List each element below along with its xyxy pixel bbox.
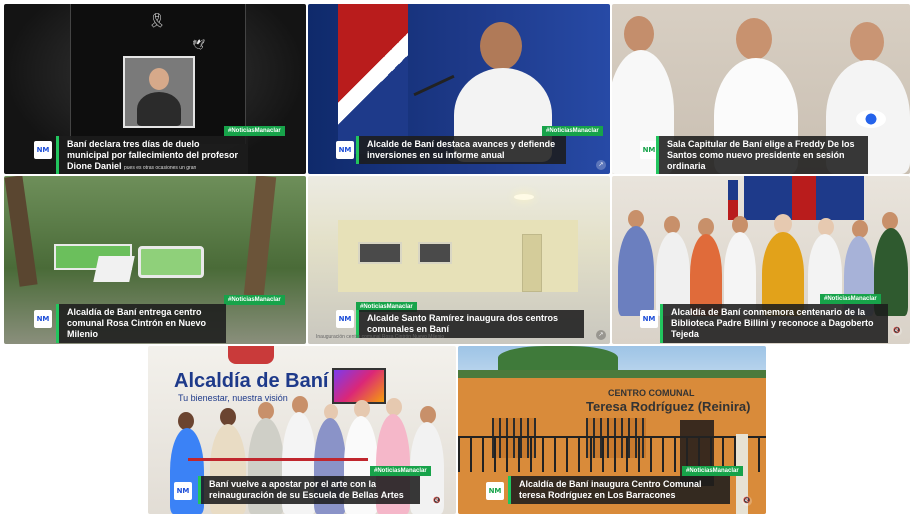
window [358,242,402,264]
news-card-1[interactable]: 🎗 🕊 #NoticiasManaclar NM Baní declara tr… [4,4,306,174]
flowers [856,110,886,128]
channel-logo-icon: NM [34,310,52,328]
news-card-5-subtitle: Inauguración centro comunal Rosa Cintrón… [316,334,445,340]
channel-logo-icon: NM [336,310,354,328]
channel-logo-icon: NM [486,482,504,500]
portrait-photo [123,56,195,128]
news-tag: #NoticiasManaclar [542,126,603,136]
mute-icon[interactable]: 🔇 [892,326,902,336]
news-card-3[interactable]: NM Sala Capitular de Baní elige a Freddy… [612,4,910,174]
window [418,242,452,264]
municipal-seal-icon [228,346,274,364]
channel-logo-icon: NM [174,482,192,500]
ribbon [188,458,368,461]
news-tag: #NoticiasManaclar [682,466,743,476]
news-card-8[interactable]: CENTRO COMUNAL Teresa Rodríguez (Reinira… [458,346,766,514]
flag [338,4,408,154]
doorway [522,234,542,292]
news-card-1-subtitle: pues es otras ocasiones un gran [124,165,197,171]
building-sign-name: Teresa Rodríguez (Reinira) [586,399,751,414]
news-tag: #NoticiasManaclar [224,295,285,305]
mute-icon[interactable]: 🔇 [742,496,752,506]
mourning-ribbon-icon: 🎗 [148,13,166,29]
news-card-7-title[interactable]: Baní vuelve a apostar por el arte con la… [198,476,420,504]
news-card-4[interactable]: #NoticiasManaclar NM Alcaldía de Baní en… [4,176,306,344]
news-card-2[interactable]: #NoticiasManaclar NM Alcalde de Baní des… [308,4,610,174]
news-card-2-title[interactable]: Alcalde de Baní destaca avances y defien… [356,136,566,164]
news-card-6[interactable]: #NoticiasManaclar NM Alcaldía de Baní co… [612,176,910,344]
news-tag: #NoticiasManaclar [820,294,881,304]
ceiling-light [514,194,534,200]
mute-icon[interactable]: 🔇 [432,496,442,506]
news-card-3-title[interactable]: Sala Capitular de Baní elige a Freddy De… [656,136,868,174]
plaque [93,256,135,282]
channel-logo-icon: NM [336,141,354,159]
news-card-8-title[interactable]: Alcaldía de Baní inaugura Centro Comunal… [508,476,730,504]
channel-logo-icon: NM [34,141,52,159]
news-tag: #NoticiasManaclar [370,466,431,476]
building-roof [458,370,766,378]
news-card-7[interactable]: Alcaldía de Baní Tu bienestar, nuestra v… [148,346,456,514]
news-card-6-title[interactable]: Alcaldía de Baní conmemora centenario de… [660,304,888,343]
garden-planter [138,246,204,278]
news-card-5[interactable]: #NoticiasManaclar NM Alcalde Santo Ramír… [308,176,610,344]
dove-icon: 🕊 [192,40,205,51]
news-card-4-title[interactable]: Alcaldía de Baní entrega centro comunal … [56,304,226,343]
share-icon[interactable]: ↗ [596,330,606,340]
channel-logo-icon: NM [640,310,658,328]
news-tag: #NoticiasManaclar [224,126,285,136]
share-icon[interactable]: ↗ [596,160,606,170]
building-sign-label: CENTRO COMUNAL [608,388,695,398]
